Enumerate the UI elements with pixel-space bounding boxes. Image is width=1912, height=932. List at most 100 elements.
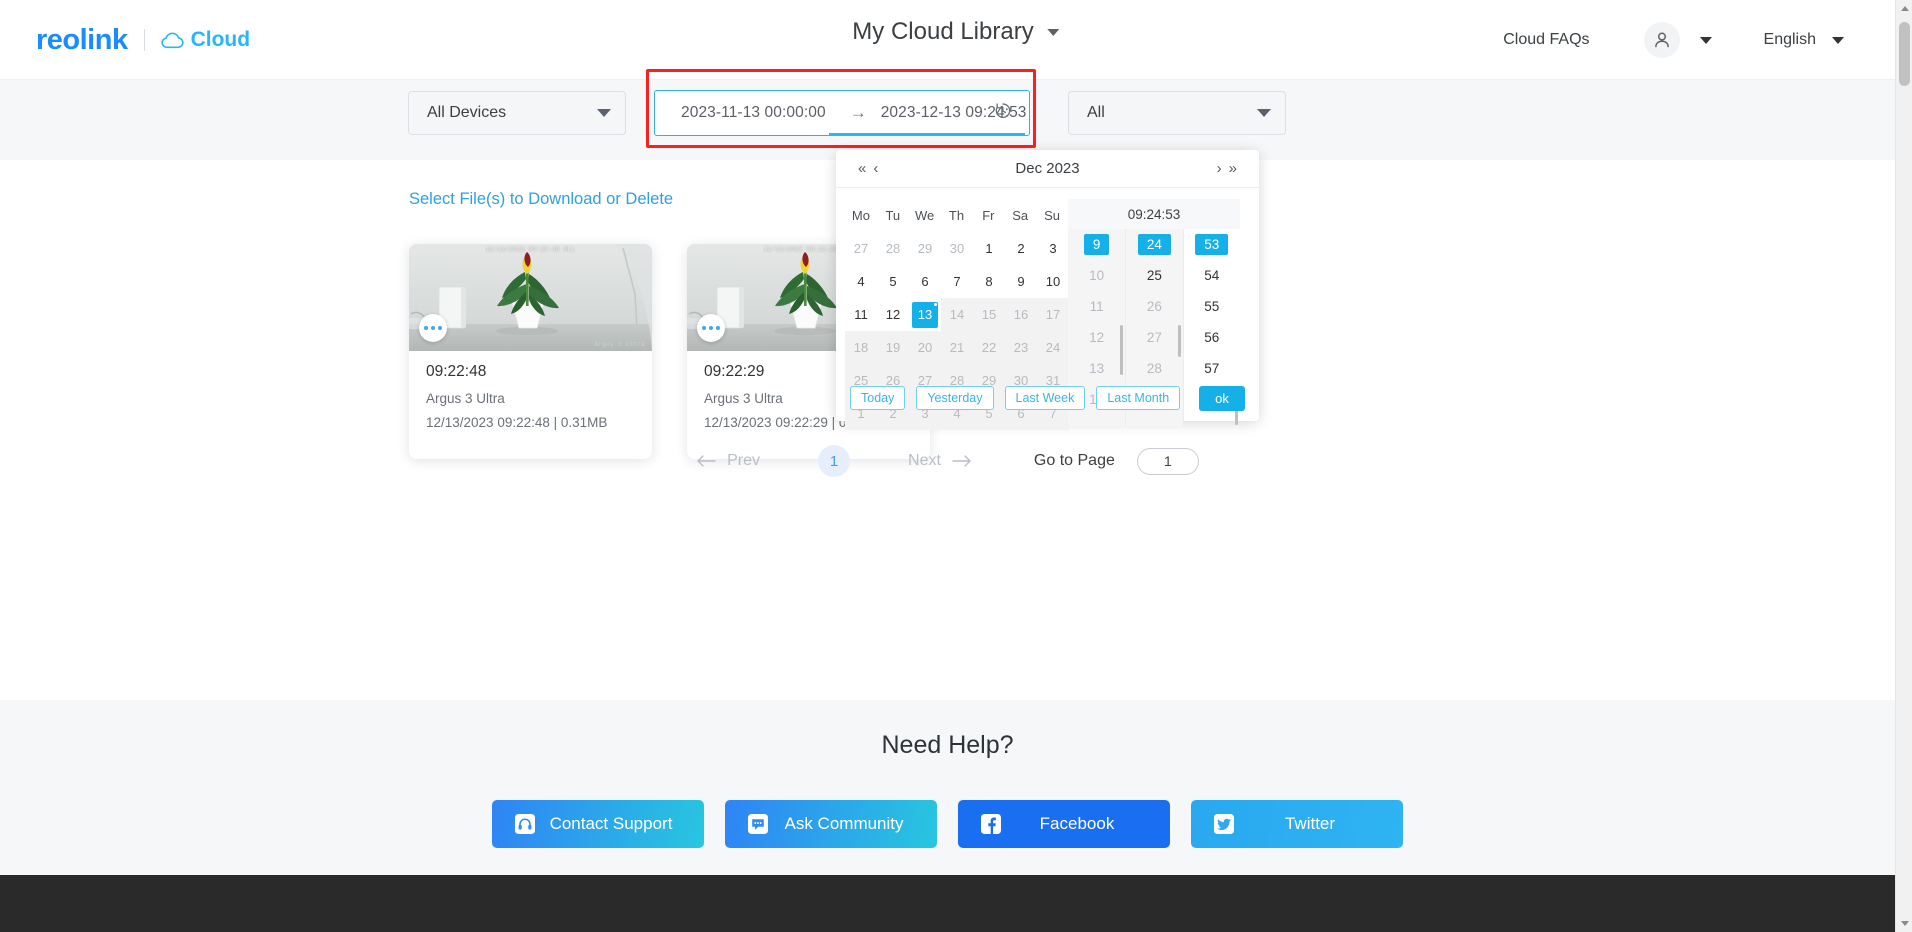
calendar-nav-prev[interactable]: « ‹ — [858, 161, 878, 176]
scroll-down-button[interactable] — [1896, 915, 1912, 932]
calendar-day[interactable]: 28 — [877, 232, 909, 265]
type-filter-select[interactable]: All — [1068, 91, 1286, 135]
calendar-day[interactable]: 11 — [845, 298, 877, 331]
calendar-day-cell[interactable]: 13 — [909, 298, 941, 331]
second-option-selected[interactable]: 53 — [1184, 229, 1240, 260]
calendar-day-cell[interactable]: 20 — [909, 331, 941, 364]
chevron-left-icon[interactable]: ‹ — [873, 161, 878, 176]
calendar-day-cell[interactable]: 30 — [941, 232, 973, 265]
calendar-day-cell[interactable]: 16 — [1005, 298, 1037, 331]
second-option[interactable]: 55 — [1184, 291, 1240, 322]
calendar-day-cell[interactable]: 2 — [1005, 232, 1037, 265]
chevron-right-icon[interactable]: › — [1217, 161, 1222, 176]
select-files-link[interactable]: Select File(s) to Download or Delete — [409, 190, 673, 209]
calendar-day-cell[interactable]: 8 — [973, 265, 1005, 298]
calendar-day[interactable]: 30 — [941, 232, 973, 265]
calendar-day[interactable]: 1 — [973, 232, 1005, 265]
device-filter-select[interactable]: All Devices — [408, 91, 626, 135]
contact-support-button[interactable]: Contact Support — [492, 800, 704, 848]
calendar-day-cell[interactable]: 22 — [973, 331, 1005, 364]
clock-icon[interactable] — [993, 101, 1012, 125]
calendar-day[interactable]: 17 — [1037, 298, 1069, 331]
calendar-day[interactable]: 10 — [1037, 265, 1069, 298]
calendar-day[interactable]: 8 — [973, 265, 1005, 298]
minute-option[interactable]: 25 — [1126, 260, 1182, 291]
calendar-day-cell[interactable]: 27 — [845, 232, 877, 265]
second-option[interactable]: 56 — [1184, 322, 1240, 353]
calendar-day[interactable]: 6 — [909, 265, 941, 298]
calendar-day-cell[interactable]: 19 — [877, 331, 909, 364]
scrollbar-thumb[interactable] — [1899, 22, 1910, 86]
range-start-value[interactable]: 2023-11-13 00:00:00 — [679, 104, 828, 122]
calendar-day[interactable]: 29 — [909, 232, 941, 265]
calendar-day-cell[interactable]: 24 — [1037, 331, 1069, 364]
quick-last-month-button[interactable]: Last Month — [1096, 386, 1181, 410]
calendar-day-cell[interactable]: 3 — [1037, 232, 1069, 265]
minutes-scrollbar[interactable] — [1177, 325, 1181, 357]
ok-button[interactable]: ok — [1199, 385, 1245, 411]
calendar-day-cell[interactable]: 11 — [845, 298, 877, 331]
calendar-day-cell[interactable]: 10 — [1037, 265, 1069, 298]
brand-logo-group[interactable]: reolink Cloud — [36, 22, 250, 58]
calendar-day[interactable]: 12 — [877, 298, 909, 331]
hour-option[interactable]: 10 — [1068, 260, 1125, 291]
quick-last-week-button[interactable]: Last Week — [1004, 386, 1086, 410]
calendar-day-cell[interactable]: 28 — [877, 232, 909, 265]
calendar-day-cell[interactable]: 15 — [973, 298, 1005, 331]
minute-option[interactable]: 27 — [1126, 322, 1182, 353]
card-more-options-button[interactable] — [419, 314, 447, 342]
calendar-day[interactable]: 15 — [973, 298, 1005, 331]
calendar-day[interactable]: 21 — [941, 331, 973, 364]
media-card[interactable]: reolink 12/13/2023 09:22:48 ALL Argus 3 … — [409, 244, 652, 459]
calendar-day[interactable]: 5 — [877, 265, 909, 298]
hour-option[interactable]: 11 — [1068, 291, 1125, 322]
calendar-day[interactable]: 4 — [845, 265, 877, 298]
page-number-1[interactable]: 1 — [818, 445, 851, 477]
calendar-day-cell[interactable]: 23 — [1005, 331, 1037, 364]
calendar-day-cell[interactable]: 6 — [909, 265, 941, 298]
calendar-day[interactable]: 24 — [1037, 331, 1069, 364]
calendar-day[interactable]: 7 — [941, 265, 973, 298]
quick-today-button[interactable]: Today — [850, 386, 906, 410]
language-selector[interactable]: English — [1764, 31, 1844, 49]
date-range-input[interactable]: 2023-11-13 00:00:00 → 2023-12-13 09:24:5… — [654, 90, 1030, 136]
calendar-day-cell[interactable]: 12 — [877, 298, 909, 331]
calendar-day-selected[interactable]: 13 — [912, 301, 938, 328]
hour-option-selected[interactable]: 9 — [1068, 229, 1125, 260]
goto-page-input[interactable] — [1136, 447, 1199, 475]
next-page-button[interactable]: Next — [908, 452, 972, 470]
calendar-day-cell[interactable]: 17 — [1037, 298, 1069, 331]
hours-scrollbar[interactable] — [1120, 325, 1124, 375]
account-menu[interactable] — [1643, 22, 1712, 58]
quick-yesterday-button[interactable]: Yesterday — [916, 386, 994, 410]
ask-community-button[interactable]: Ask Community — [725, 800, 937, 848]
calendar-day-cell[interactable]: 18 — [845, 331, 877, 364]
calendar-day[interactable]: 27 — [845, 232, 877, 265]
cloud-faqs-link[interactable]: Cloud FAQs — [1503, 31, 1589, 49]
calendar-day[interactable]: 16 — [1005, 298, 1037, 331]
calendar-day[interactable]: 3 — [1037, 232, 1069, 265]
facebook-button[interactable]: Facebook — [958, 800, 1170, 848]
calendar-day[interactable]: 19 — [877, 331, 909, 364]
calendar-day-cell[interactable]: 7 — [941, 265, 973, 298]
twitter-button[interactable]: Twitter — [1191, 800, 1403, 848]
calendar-day[interactable]: 2 — [1005, 232, 1037, 265]
card-thumbnail[interactable]: reolink 12/13/2023 09:22:48 ALL Argus 3 … — [409, 244, 652, 351]
calendar-day-cell[interactable]: 9 — [1005, 265, 1037, 298]
calendar-day[interactable]: 9 — [1005, 265, 1037, 298]
calendar-day[interactable]: 14 — [941, 298, 973, 331]
calendar-day[interactable]: 20 — [909, 331, 941, 364]
minute-option[interactable]: 26 — [1126, 291, 1182, 322]
calendar-day[interactable]: 22 — [973, 331, 1005, 364]
calendar-day-cell[interactable]: 1 — [973, 232, 1005, 265]
calendar-day-cell[interactable]: 4 — [845, 265, 877, 298]
minute-option-selected[interactable]: 24 — [1126, 229, 1182, 260]
page-scrollbar[interactable] — [1895, 0, 1912, 932]
calendar-day-cell[interactable]: 21 — [941, 331, 973, 364]
double-chevron-left-icon[interactable]: « — [858, 161, 866, 176]
calendar-day-cell[interactable]: 14 — [941, 298, 973, 331]
calendar-day[interactable]: 18 — [845, 331, 877, 364]
prev-page-button[interactable]: Prev — [696, 452, 760, 470]
double-chevron-right-icon[interactable]: » — [1229, 161, 1237, 176]
calendar-nav-next[interactable]: › » — [1217, 161, 1237, 176]
